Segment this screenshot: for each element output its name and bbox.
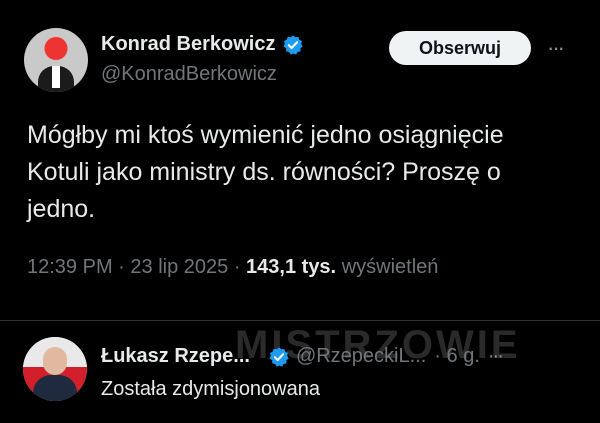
tweet-date[interactable]: 23 lip 2025 [130,256,228,278]
verified-badge-icon [283,34,304,55]
tweet: Konrad Berkowicz @KonradBerkowicz Obserw… [0,0,600,320]
avatar-body [33,375,77,401]
avatar-face [43,347,67,375]
views-label: wyświetleń [341,256,439,278]
reply-time[interactable]: · 6 g. [434,345,480,368]
views-count: 143,1 tys. [246,256,337,278]
reply-handle[interactable]: @RzepeckiL... [296,345,426,368]
avatar-shirt [52,66,60,88]
author-avatar[interactable] [24,28,88,92]
tweet-text: Mógłby mi ktoś wymienić jedno osiągnięci… [27,121,504,223]
reply-header: Łukasz Rzepe... @RzepeckiL... · 6 g. ··· [101,345,504,368]
tweet-time[interactable]: 12:39 PM [27,256,113,278]
reply-avatar[interactable] [23,337,87,401]
meta-separator: · [112,256,131,278]
reply-text: Została zdymisjonowana [101,378,320,400]
meta-separator: · [228,256,247,278]
author-name-row: Konrad Berkowicz [101,33,304,56]
tweet-meta: 12:39 PM · 23 lip 2025 · 143,1 tys. wyśw… [27,256,438,279]
divider [0,320,600,321]
verified-badge-icon [269,346,289,367]
more-options-icon[interactable]: ··· [547,35,565,61]
reply-display-name[interactable]: Łukasz Rzepe... [101,345,250,368]
reply-more-options-icon[interactable]: ··· [488,345,504,368]
follow-button[interactable]: Obserwuj [389,31,531,65]
author-handle[interactable]: @KonradBerkowicz [101,63,277,86]
author-display-name[interactable]: Konrad Berkowicz [101,33,275,56]
